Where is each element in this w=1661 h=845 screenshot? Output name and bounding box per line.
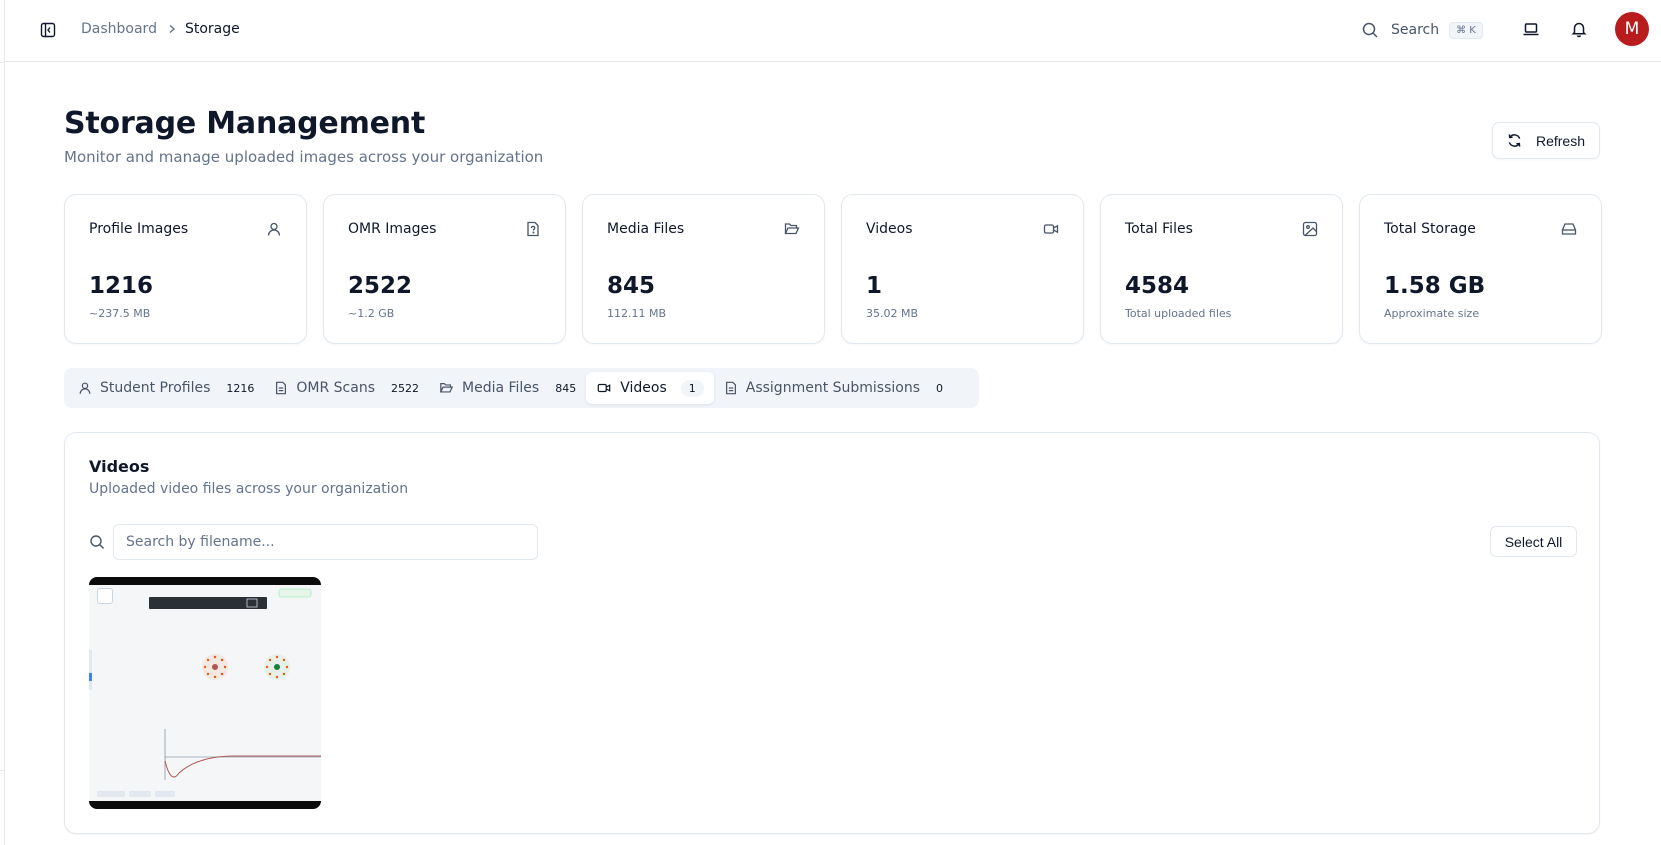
video-thumbnail-card[interactable] xyxy=(89,577,321,809)
tab-label: Videos xyxy=(620,380,667,396)
stat-label: Total Storage xyxy=(1384,221,1476,237)
global-search-button[interactable]: Search ⌘ K xyxy=(1361,16,1483,44)
tab-assignment-submissions[interactable]: Assignment Submissions 0 xyxy=(714,372,953,404)
laptop-icon xyxy=(1523,23,1539,36)
tab-label: OMR Scans xyxy=(296,380,375,396)
user-icon xyxy=(267,222,281,236)
tab-label: Media Files xyxy=(462,380,540,396)
stat-label: Videos xyxy=(866,221,913,237)
image-icon xyxy=(1302,221,1318,237)
video-select-checkbox[interactable] xyxy=(97,588,113,604)
stat-value: 4584 xyxy=(1125,273,1190,299)
bell-icon xyxy=(1571,22,1587,38)
page-title: Storage Management xyxy=(64,106,426,141)
tab-count: 1 xyxy=(680,379,704,397)
page-subtitle: Monitor and manage uploaded images acros… xyxy=(64,148,544,166)
chevron-right-icon xyxy=(167,24,177,34)
tab-label: Student Profiles xyxy=(100,380,211,396)
stat-label: Media Files xyxy=(607,221,685,237)
stat-card-videos: Videos 1 35.02 MB xyxy=(841,194,1084,344)
video-icon xyxy=(597,383,611,393)
stat-card-omr-images: OMR Images 2522 ~1.2 GB xyxy=(323,194,566,344)
stat-value: 845 xyxy=(607,273,656,299)
rail-divider xyxy=(0,62,5,63)
stat-sub: Approximate size xyxy=(1384,307,1480,320)
tab-media-files[interactable]: Media Files 845 xyxy=(429,372,586,404)
filename-search-input[interactable] xyxy=(113,524,538,560)
breadcrumb-current-page: Storage xyxy=(184,21,240,37)
stat-label: Profile Images xyxy=(89,221,189,237)
storage-tabs: Student Profiles 1216 OMR Scans 2522 Med… xyxy=(64,368,979,408)
file-text-icon xyxy=(276,381,287,395)
stat-sub: 35.02 MB xyxy=(866,307,919,320)
folder-open-icon xyxy=(439,383,454,393)
refresh-button[interactable]: Refresh xyxy=(1492,122,1600,159)
rail-divider xyxy=(0,770,5,771)
top-bar: Dashboard Storage Search ⌘ K M xyxy=(5,0,1661,62)
file-text-icon xyxy=(725,381,736,395)
search-icon xyxy=(1362,22,1378,38)
notifications-button[interactable] xyxy=(1568,18,1590,40)
stat-value: 1 xyxy=(866,273,883,299)
tab-count: 0 xyxy=(936,381,944,395)
user-avatar[interactable]: M xyxy=(1615,12,1649,46)
sidebar-toggle-button[interactable] xyxy=(37,19,59,41)
folder-open-icon xyxy=(784,223,800,235)
stat-card-profile-images: Profile Images 1216 ~237.5 MB xyxy=(64,194,307,344)
tab-label: Assignment Submissions xyxy=(745,380,921,396)
stat-value: 1216 xyxy=(89,273,154,299)
user-icon xyxy=(79,382,91,394)
panel-left-icon xyxy=(40,22,56,38)
stat-label: OMR Images xyxy=(348,221,437,237)
tab-count: 1216 xyxy=(226,381,255,395)
search-shortcut-badge: ⌘ K xyxy=(1449,21,1483,39)
stat-label: Total Files xyxy=(1125,221,1193,237)
tab-student-profiles[interactable]: Student Profiles 1216 xyxy=(68,372,264,404)
stat-value: 2522 xyxy=(348,273,413,299)
select-all-button[interactable]: Select All xyxy=(1490,526,1577,557)
search-label: Search xyxy=(1391,22,1440,38)
laptop-button[interactable] xyxy=(1520,18,1542,40)
refresh-label: Refresh xyxy=(1535,132,1586,149)
stat-sub: ~1.2 GB xyxy=(348,307,395,320)
search-icon xyxy=(90,535,104,549)
stat-card-total-storage: Total Storage 1.58 GB Approximate size xyxy=(1359,194,1602,344)
videos-panel: Videos Uploaded video files across your … xyxy=(64,432,1600,834)
file-question-icon xyxy=(527,221,539,237)
panel-subtitle: Uploaded video files across your organiz… xyxy=(89,481,409,497)
refresh-icon xyxy=(1508,134,1521,147)
left-sidebar-rail xyxy=(0,0,5,845)
stat-sub: Total uploaded files xyxy=(1125,307,1232,320)
tab-count: 2522 xyxy=(391,381,419,395)
stat-card-media-files: Media Files 845 112.11 MB xyxy=(582,194,825,344)
stat-card-total-files: Total Files 4584 Total uploaded files xyxy=(1100,194,1343,344)
stat-sub: 112.11 MB xyxy=(607,307,667,320)
hard-drive-icon xyxy=(1561,223,1577,235)
tab-count: 845 xyxy=(555,381,577,395)
panel-title: Videos xyxy=(89,457,150,476)
stat-sub: ~237.5 MB xyxy=(89,307,151,320)
stat-value: 1.58 GB xyxy=(1384,273,1486,299)
video-icon xyxy=(1043,224,1059,234)
breadcrumb: Dashboard Storage xyxy=(81,18,240,40)
tab-videos[interactable]: Videos 1 xyxy=(586,372,714,404)
storage-stats: Profile Images 1216 ~237.5 MB OMR Images… xyxy=(64,194,1602,344)
breadcrumb-dashboard-link[interactable]: Dashboard xyxy=(81,21,157,37)
tab-omr-scans[interactable]: OMR Scans 2522 xyxy=(264,372,429,404)
video-thumbnail-image xyxy=(89,585,321,801)
